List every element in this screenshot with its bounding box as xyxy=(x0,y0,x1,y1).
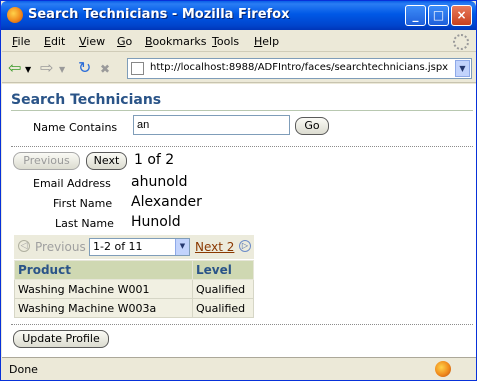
menu-file[interactable]: File xyxy=(12,35,30,48)
menu-help[interactable]: Help xyxy=(254,35,279,48)
table-row: Washing Machine W003a Qualified xyxy=(14,298,254,318)
stop-icon[interactable]: ✖ xyxy=(100,61,110,77)
firefox-icon xyxy=(7,7,23,23)
level-cell: Qualified xyxy=(192,298,254,318)
window-title: Search Technicians - Mozilla Firefox xyxy=(28,7,290,22)
range-select[interactable]: 1-2 of 11 ▼ xyxy=(89,238,190,256)
status-bar: Done xyxy=(2,357,476,380)
page-content: Search Technicians Name Contains Go Prev… xyxy=(2,84,476,357)
activity-throbber-icon xyxy=(453,34,469,50)
product-cell: Washing Machine W003a xyxy=(14,298,193,318)
title-bar[interactable]: Search Technicians - Mozilla Firefox _ □… xyxy=(1,1,476,30)
menu-file-rest: ile xyxy=(17,35,31,48)
forward-arrow-icon[interactable]: ⇨ xyxy=(40,60,53,76)
first-name-value: Alexander xyxy=(131,194,202,210)
menu-edit-key: E xyxy=(44,35,51,48)
previous-set-label: Previous xyxy=(35,240,86,254)
skills-table: Product Level Washing Machine W001 Quali… xyxy=(14,260,254,318)
dotted-divider xyxy=(11,146,473,147)
menu-edit-rest: dit xyxy=(50,35,66,48)
table-row: Washing Machine W001 Qualified xyxy=(14,279,254,299)
title-divider xyxy=(11,110,473,111)
menu-help-rest: elp xyxy=(262,35,280,48)
table-header-row: Product Level xyxy=(14,260,254,280)
email-label: Email Address xyxy=(33,177,111,190)
go-button[interactable]: Go xyxy=(295,117,329,135)
address-url[interactable]: http://localhost:8988/ADFIntro/faces/sea… xyxy=(150,62,448,73)
menu-tools-rest: ools xyxy=(216,35,240,48)
dotted-divider xyxy=(11,324,473,325)
menu-bookmarks-key: B xyxy=(145,35,153,48)
maximize-button[interactable]: □ xyxy=(428,5,449,26)
menu-bookmarks[interactable]: Bookmarks xyxy=(145,35,206,48)
update-profile-button[interactable]: Update Profile xyxy=(13,330,109,348)
firefox-status-icon xyxy=(435,361,451,377)
menu-view[interactable]: View xyxy=(79,35,105,48)
range-select-value: 1-2 of 11 xyxy=(93,240,143,253)
next-set-icon[interactable]: ▷ xyxy=(239,240,251,252)
menu-view-rest: iew xyxy=(86,35,106,48)
record-position: 1 of 2 xyxy=(134,152,175,168)
column-header-level[interactable]: Level xyxy=(192,260,254,280)
status-text: Done xyxy=(9,363,38,376)
next-button[interactable]: Next xyxy=(86,152,127,170)
page-favicon-icon xyxy=(131,62,144,75)
back-dropdown-icon[interactable]: ▼ xyxy=(25,62,31,78)
back-arrow-icon[interactable]: ⇦ xyxy=(8,60,21,76)
menu-go[interactable]: Go xyxy=(117,35,132,48)
previous-button[interactable]: Previous xyxy=(13,152,80,170)
table-navigation: ◁ Previous 1-2 of 11 ▼ Next 2 ▷ xyxy=(14,235,254,259)
menu-go-key: G xyxy=(117,35,126,48)
email-value: ahunold xyxy=(131,174,188,190)
browser-window: Search Technicians - Mozilla Firefox _ □… xyxy=(0,0,477,381)
previous-set-icon: ◁ xyxy=(18,240,30,252)
reload-icon[interactable]: ↻ xyxy=(78,60,91,76)
close-button[interactable]: × xyxy=(451,5,472,26)
product-cell: Washing Machine W001 xyxy=(14,279,193,299)
address-dropdown-icon[interactable]: ▼ xyxy=(455,60,470,77)
forward-dropdown-icon[interactable]: ▼ xyxy=(59,62,65,78)
last-name-value: Hunold xyxy=(131,214,181,230)
column-header-product[interactable]: Product xyxy=(14,260,193,280)
page-title: Search Technicians xyxy=(11,92,162,108)
address-bar[interactable]: http://localhost:8988/ADFIntro/faces/sea… xyxy=(127,58,472,79)
menu-tools[interactable]: Tools xyxy=(212,35,239,48)
range-dropdown-icon[interactable]: ▼ xyxy=(175,239,189,255)
last-name-label: Last Name xyxy=(55,217,114,230)
menu-go-rest: o xyxy=(125,35,133,48)
menu-bookmarks-rest: ookmarks xyxy=(152,35,207,48)
minimize-button[interactable]: _ xyxy=(405,5,426,26)
menu-bar: File Edit View Go Bookmarks Tools Help xyxy=(2,31,476,52)
name-contains-input[interactable] xyxy=(133,115,290,135)
level-cell: Qualified xyxy=(192,279,254,299)
menu-edit[interactable]: Edit xyxy=(44,35,65,48)
name-contains-label: Name Contains xyxy=(33,121,118,134)
next-set-link[interactable]: Next 2 xyxy=(195,240,234,254)
first-name-label: First Name xyxy=(53,197,113,210)
navigation-toolbar: ⇦ ▼ ⇨ ▼ ↻ ✖ http://localhost:8988/ADFInt… xyxy=(2,53,476,83)
